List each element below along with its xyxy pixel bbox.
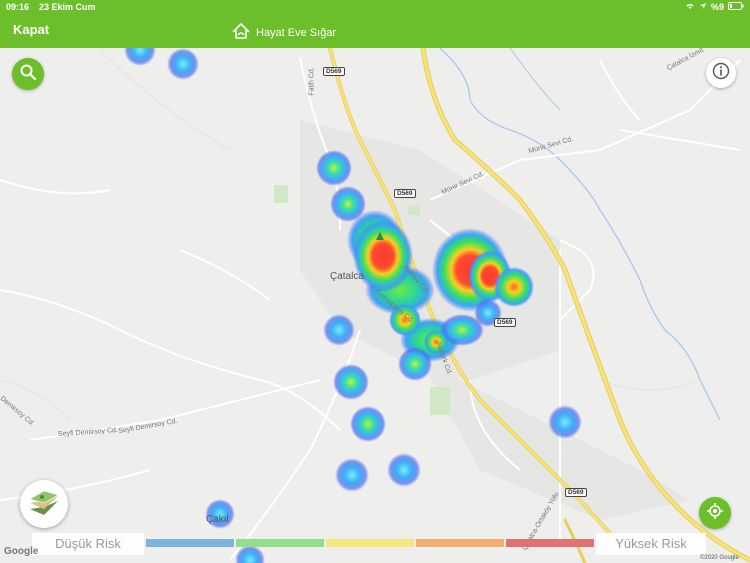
legend-high-label: Yüksek Risk bbox=[596, 533, 706, 555]
map-layers-button[interactable] bbox=[20, 480, 68, 528]
info-button[interactable] bbox=[706, 58, 736, 88]
info-icon bbox=[712, 62, 730, 85]
app-name: Hayat Eve Sığar bbox=[256, 26, 337, 39]
status-time: 09:16 bbox=[6, 2, 30, 12]
legend-color-5 bbox=[506, 539, 594, 547]
house-logo-icon bbox=[230, 20, 252, 45]
risk-legend: Düşük Risk Yüksek Risk bbox=[32, 533, 706, 555]
town-label: Çatalca bbox=[330, 271, 364, 282]
wifi-icon bbox=[685, 2, 695, 12]
street-label: Fatih Cd. bbox=[308, 67, 316, 96]
map-canvas bbox=[0, 48, 750, 563]
battery-text: %9 bbox=[710, 2, 724, 12]
road-shield: D569 bbox=[323, 67, 345, 76]
map-view[interactable]: Çatalca Çakıl D569 D569 D569 D569 Münir … bbox=[0, 48, 750, 563]
road-shield: D569 bbox=[565, 488, 587, 497]
location-arrow-icon bbox=[699, 2, 707, 12]
road-shield: D569 bbox=[494, 318, 516, 327]
locate-button[interactable] bbox=[699, 497, 731, 529]
status-bar: 09:16 23 Ekim Cum %9 bbox=[0, 0, 750, 14]
battery-icon bbox=[728, 2, 744, 12]
legend-color-3 bbox=[326, 539, 414, 547]
close-button[interactable]: Kapat bbox=[13, 22, 49, 37]
legend-color-2 bbox=[236, 539, 324, 547]
road-shield: D569 bbox=[394, 189, 416, 198]
app-title: Hayat Eve Sığar bbox=[230, 20, 336, 45]
legend-color-4 bbox=[416, 539, 504, 547]
legend-color-1 bbox=[146, 539, 234, 547]
district-label: Çakıl bbox=[206, 514, 229, 525]
locate-icon bbox=[706, 502, 724, 525]
search-button[interactable] bbox=[12, 58, 44, 90]
layers-icon bbox=[28, 487, 60, 522]
app-header: Kapat Hayat Eve Sığar bbox=[0, 14, 750, 48]
search-icon bbox=[19, 63, 37, 86]
google-logo: Google bbox=[4, 546, 39, 557]
map-copyright: ©2020 Google bbox=[700, 555, 739, 561]
status-date: 23 Ekim Cum bbox=[39, 2, 96, 12]
legend-low-label: Düşük Risk bbox=[32, 533, 144, 555]
